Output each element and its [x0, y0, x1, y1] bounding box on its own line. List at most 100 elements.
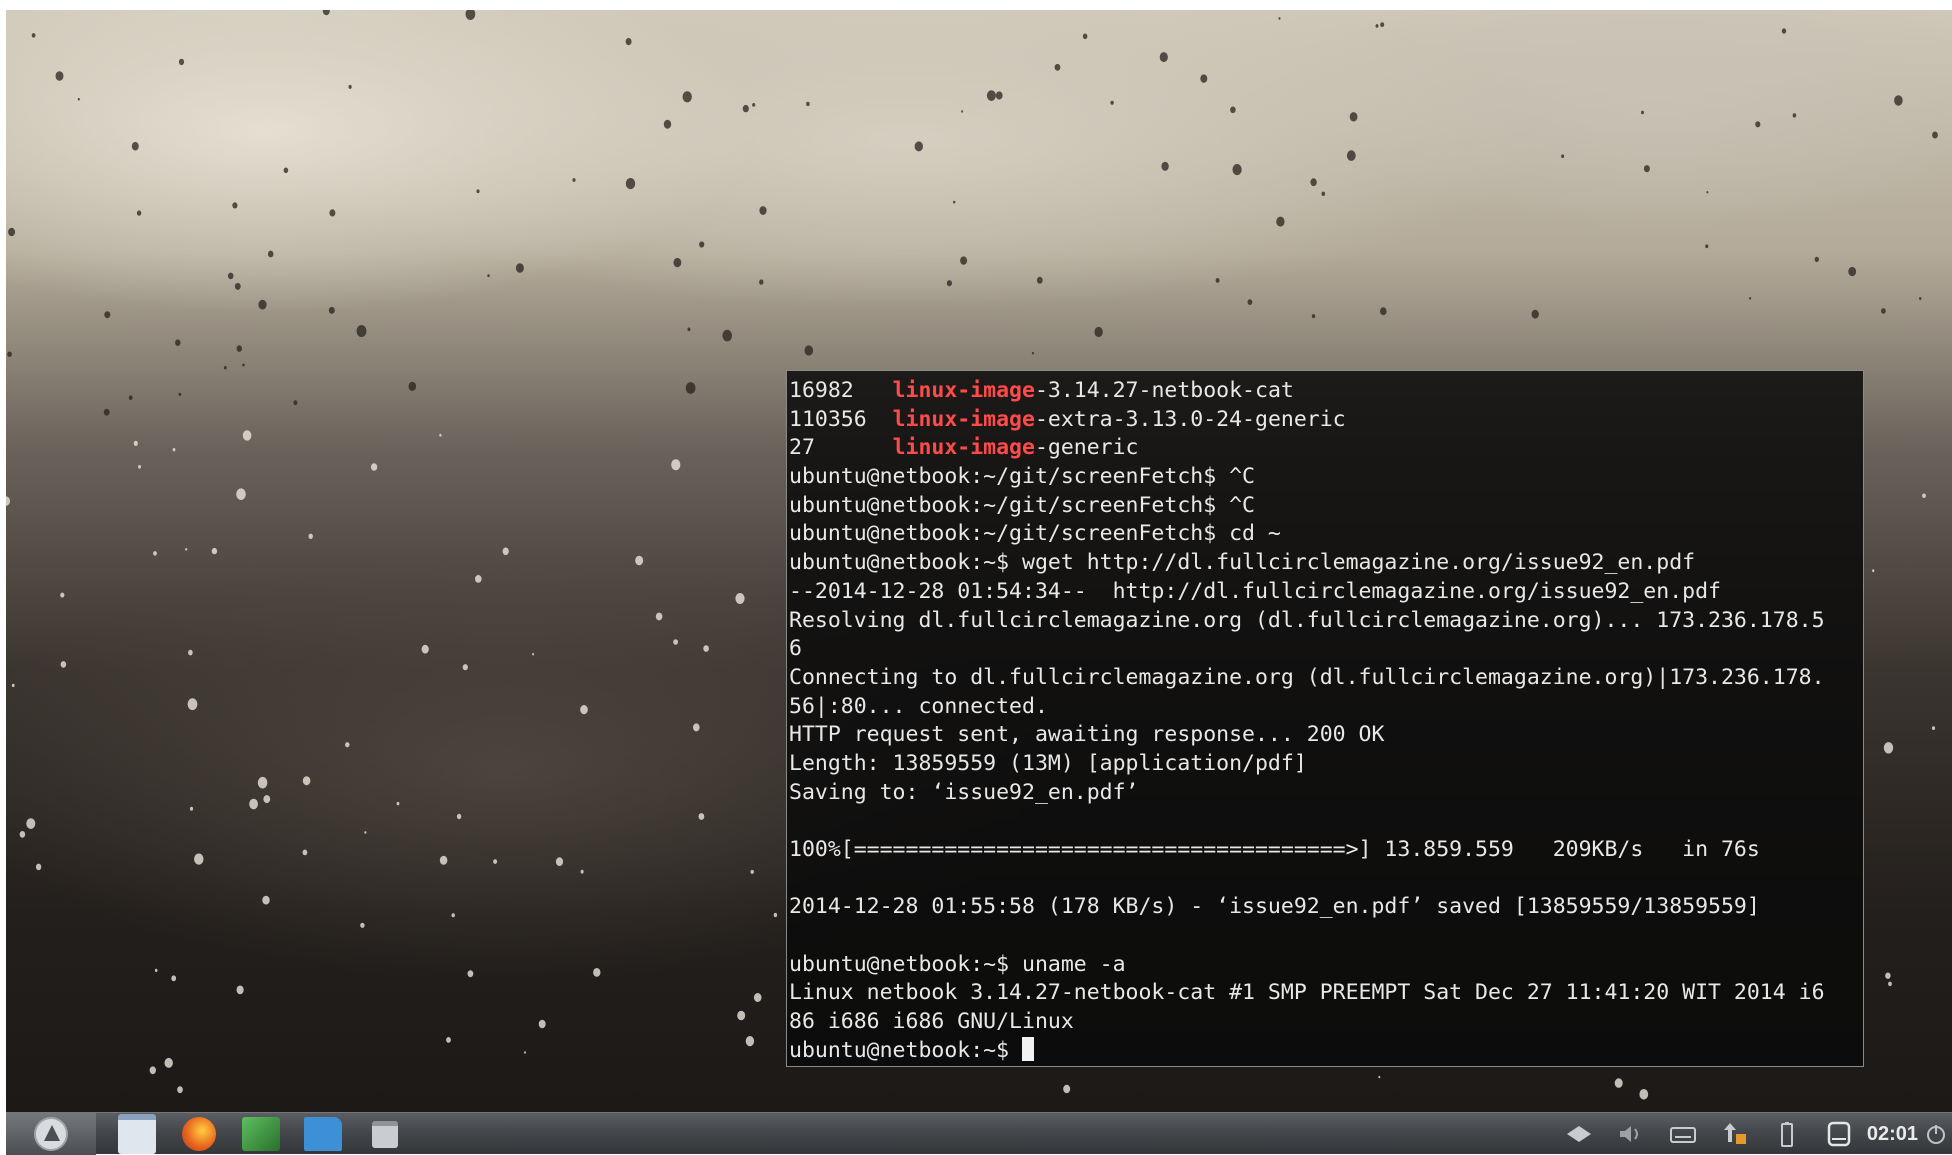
- raindrop: [1310, 178, 1317, 187]
- raindrop: [1641, 110, 1644, 115]
- terminal-line: 2014-12-28 01:55:58 (178 KB/s) - ‘issue9…: [789, 894, 1760, 920]
- raindrop: [1082, 33, 1088, 40]
- raindrop: [242, 363, 245, 367]
- raindrop: [11, 683, 15, 688]
- terminal-window[interactable]: 16982 linux-image-3.14.27-netbook-cat 110…: [786, 370, 1864, 1067]
- power-icon[interactable]: [1922, 1117, 1950, 1151]
- raindrop: [187, 698, 198, 711]
- terminal-line: Resolving dl.fullcirclemagazine.org (dl.…: [789, 607, 1825, 633]
- raindrop: [364, 831, 367, 834]
- raindrop: [524, 1051, 526, 1054]
- raindrop: [532, 653, 535, 656]
- raindrop: [671, 459, 681, 471]
- terminal-line: ubuntu@netbook:~$: [789, 1036, 1863, 1066]
- raindrop: [1346, 150, 1356, 161]
- raindrop: [258, 299, 267, 310]
- raindrop: [242, 430, 252, 441]
- raindrop: [462, 664, 468, 671]
- raindrop: [685, 382, 696, 394]
- raindrop: [31, 33, 36, 38]
- terminal-line: 16982 linux-image-3.14.27-netbook-cat: [789, 378, 1294, 403]
- raindrop: [138, 465, 141, 469]
- raindrop: [1872, 569, 1875, 573]
- raindrop: [104, 311, 111, 319]
- raindrop: [699, 241, 705, 248]
- search-match-highlight: linux-image: [892, 406, 1035, 432]
- raindrop: [185, 548, 188, 551]
- raindrop: [249, 798, 258, 810]
- start-menu-button[interactable]: [6, 1113, 96, 1155]
- raindrop: [1705, 244, 1709, 249]
- raindrop: [1888, 981, 1892, 987]
- raindrop: [133, 440, 138, 446]
- device-icon[interactable]: [1822, 1117, 1856, 1151]
- raindrop: [223, 366, 227, 370]
- battery-icon[interactable]: [1770, 1117, 1804, 1151]
- raindrop: [1247, 299, 1253, 305]
- taskbar: 02:01: [6, 1112, 1952, 1155]
- terminal-line: Length: 13859559 (13M) [application/pdf]: [789, 750, 1307, 776]
- raindrop: [953, 200, 956, 204]
- file-manager-window-icon[interactable]: [116, 1114, 158, 1154]
- raindrop: [1706, 191, 1709, 194]
- raindrop: [759, 279, 764, 285]
- firefox-icon[interactable]: [178, 1117, 220, 1151]
- raindrop: [773, 912, 778, 918]
- raindrop: [960, 256, 968, 265]
- raindrop: [806, 101, 810, 107]
- raindrop: [682, 91, 692, 103]
- terminal-line: 27 linux-image-generic: [789, 435, 1139, 461]
- raindrop: [345, 742, 350, 748]
- raindrop: [77, 97, 80, 101]
- raindrop: [693, 723, 700, 732]
- terminal-icon[interactable]: [240, 1117, 282, 1151]
- raindrop: [1200, 74, 1208, 83]
- raindrop: [227, 272, 234, 280]
- raindrop: [154, 968, 158, 973]
- raindrop: [580, 705, 588, 715]
- terminal-line: 100%[===================================…: [789, 837, 1760, 862]
- raindrop: [1749, 297, 1752, 300]
- raindrop: [1031, 351, 1034, 355]
- raindrop: [625, 38, 632, 46]
- terminal-line: 110356 linux-image-extra-3.13.0-24-gener…: [789, 406, 1346, 432]
- raindrop: [236, 345, 242, 352]
- raindrop: [7, 351, 12, 357]
- terminal-line: ubuntu@netbook:~$ wget http://dl.fullcir…: [789, 550, 1696, 576]
- raindrop: [103, 408, 110, 416]
- keyboard-icon[interactable]: [1666, 1117, 1700, 1151]
- raindrop: [451, 913, 455, 918]
- raindrop: [1848, 266, 1857, 277]
- raindrop: [1094, 326, 1103, 338]
- raindrop: [493, 859, 498, 864]
- terminal-line: 6: [789, 636, 802, 662]
- raindrop: [515, 263, 524, 273]
- window-icon[interactable]: [364, 1117, 406, 1151]
- raindrop: [55, 71, 64, 81]
- desktop-wallpaper: 16982 linux-image-3.14.27-netbook-cat 110…: [6, 10, 1952, 1112]
- raindrop: [1232, 164, 1242, 176]
- raindrop: [1885, 972, 1891, 979]
- raindrop: [673, 257, 682, 268]
- terminal-line: 86 i686 i686 GNU/Linux: [789, 1009, 1074, 1035]
- network-icon[interactable]: [1562, 1117, 1596, 1151]
- raindrop: [467, 970, 474, 978]
- raindrop: [236, 985, 244, 995]
- folder-icon[interactable]: [302, 1117, 344, 1151]
- raindrop: [35, 863, 42, 871]
- raindrop: [1643, 165, 1650, 173]
- raindrop: [131, 141, 139, 151]
- update-icon[interactable]: [1718, 1117, 1752, 1151]
- raindrop: [360, 922, 365, 928]
- raindrop: [189, 806, 194, 811]
- terminal-cursor: [1022, 1036, 1034, 1061]
- clock[interactable]: 02:01: [1867, 1119, 1918, 1149]
- raindrop: [232, 202, 238, 209]
- raindrop: [1931, 726, 1936, 730]
- raindrop: [1922, 493, 1926, 499]
- raindrop: [1378, 1075, 1381, 1079]
- raindrop: [914, 141, 923, 152]
- raindrop: [946, 280, 953, 287]
- volume-icon[interactable]: [1614, 1117, 1648, 1151]
- terminal-line: 56|:80... connected.: [789, 693, 1048, 719]
